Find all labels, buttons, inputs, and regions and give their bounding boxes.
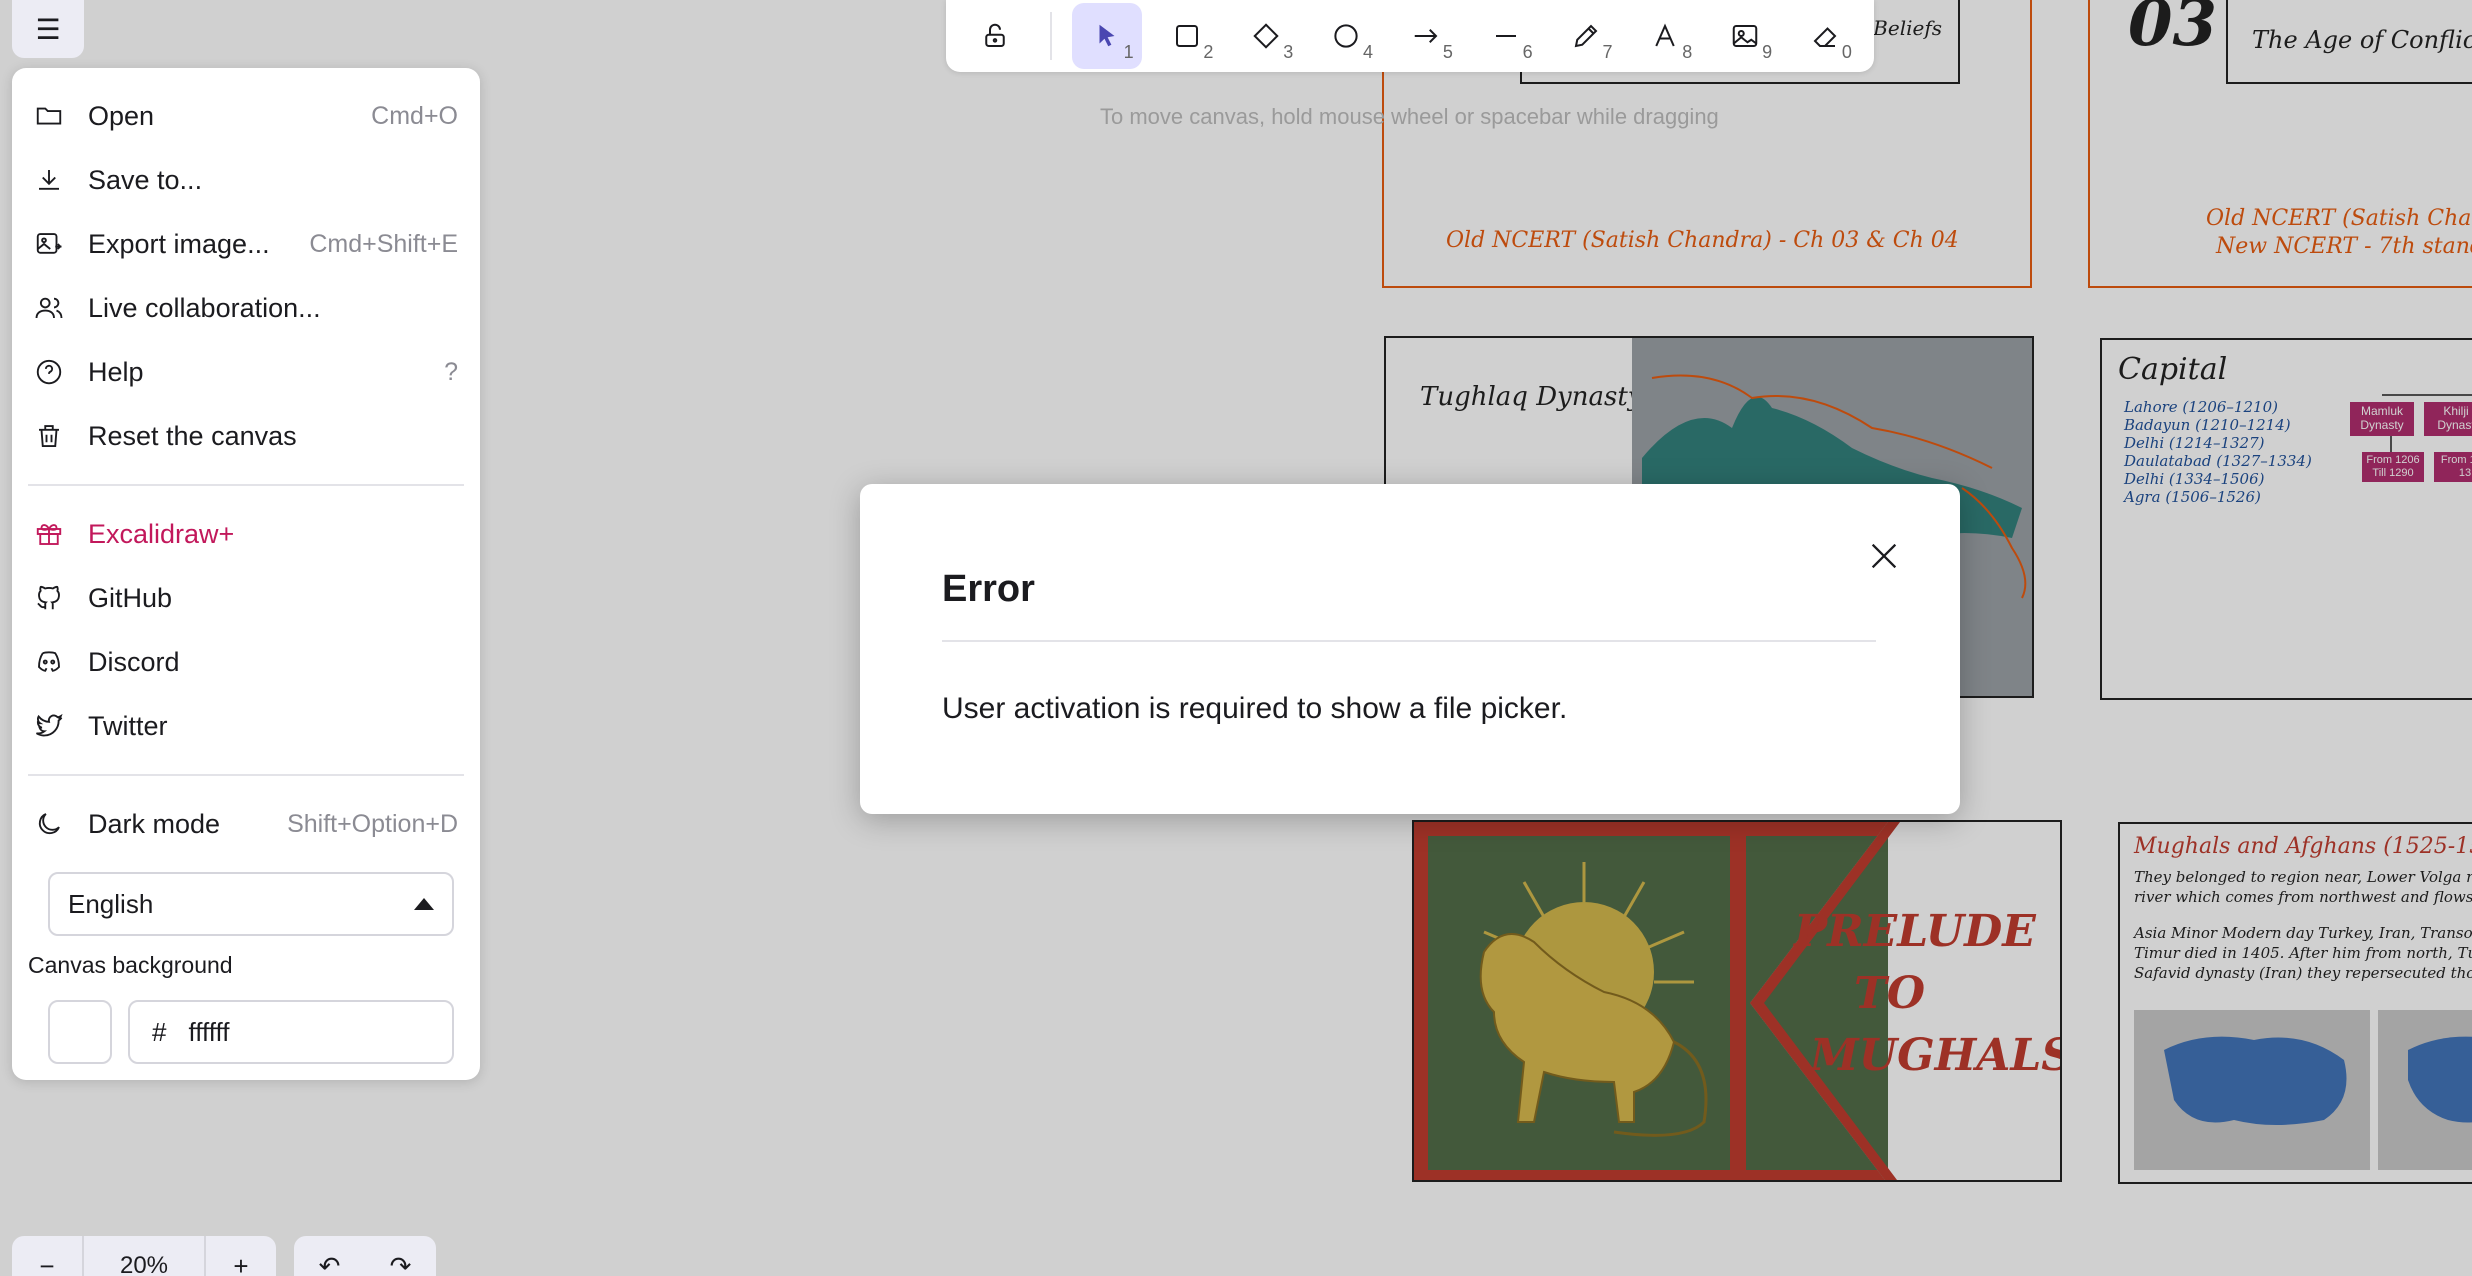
menu-item-help[interactable]: Help ?	[34, 344, 458, 400]
menu-item-label: GitHub	[88, 582, 173, 613]
shortcut-number: 0	[1841, 42, 1852, 62]
menu-item-label: Discord	[88, 646, 180, 677]
rectangle-tool[interactable]: 2	[1152, 3, 1222, 69]
ellipse-tool[interactable]: 4	[1311, 3, 1381, 69]
image-tool[interactable]: 9	[1710, 3, 1780, 69]
undo-button[interactable]: ↶	[319, 1251, 341, 1276]
menu-item-shortcut: Shift+Option+D	[287, 809, 458, 838]
menu-item-export-image[interactable]: Export image... Cmd+Shift+E	[34, 216, 458, 272]
menu-item-github[interactable]: GitHub	[34, 570, 458, 626]
arrow-tool[interactable]: 5	[1391, 3, 1461, 69]
shape-toolbar: 1 2 3 4 5 6 7 8 9 0	[946, 0, 1874, 72]
shortcut-number: 9	[1762, 42, 1773, 62]
menu-item-label: Live collaboration...	[88, 292, 321, 323]
redo-button[interactable]: ↷	[390, 1251, 412, 1276]
language-value: English	[68, 888, 154, 919]
caret-up-icon	[414, 898, 434, 910]
language-select[interactable]: English	[48, 872, 454, 936]
canvas-hint: To move canvas, hold mouse wheel or spac…	[1100, 104, 1719, 129]
eraser-tool[interactable]: 0	[1790, 3, 1860, 69]
history-controls: ↶ ↷	[294, 1236, 436, 1276]
menu-item-reset-canvas[interactable]: Reset the canvas	[34, 408, 458, 464]
help-icon	[36, 359, 62, 385]
menu-item-label: Twitter	[88, 710, 168, 741]
main-menu: Open Cmd+O Save to... Export image... Cm…	[12, 68, 480, 1080]
menu-item-label: Dark mode	[88, 808, 221, 839]
dialog-title: Error	[942, 568, 1035, 610]
diamond-icon	[1253, 23, 1280, 49]
selection-icon	[1099, 24, 1115, 47]
users-icon	[35, 297, 63, 319]
menu-item-shortcut: Cmd+Shift+E	[309, 229, 458, 258]
menu-item-dark-mode[interactable]: Dark mode Shift+Option+D	[34, 796, 458, 852]
ellipse-icon	[1334, 24, 1358, 48]
line-icon	[1495, 35, 1516, 37]
lock-icon	[985, 23, 1005, 47]
moon-icon	[38, 813, 60, 835]
dialog-close-button[interactable]	[1860, 532, 1908, 580]
dialog-message: User activation is required to show a fi…	[942, 692, 1568, 725]
zoom-controls: − 20% +	[12, 1236, 276, 1276]
menu-item-label: Excalidraw+	[88, 518, 235, 549]
shortcut-number: 2	[1203, 42, 1214, 62]
menu-item-excalidraw-plus[interactable]: Excalidraw+	[34, 506, 458, 562]
download-icon	[39, 170, 59, 190]
zoom-in-button[interactable]: +	[206, 1236, 276, 1276]
selection-tool[interactable]: 1	[1071, 3, 1142, 69]
github-icon	[37, 585, 60, 610]
menu-item-label: Save to...	[88, 164, 203, 195]
error-dialog: Error User activation is required to sho…	[860, 484, 1960, 814]
menu-item-label: Reset the canvas	[88, 420, 297, 451]
menu-item-shortcut: Cmd+O	[371, 101, 458, 130]
shortcut-number: 3	[1283, 42, 1294, 62]
menu-item-twitter[interactable]: Twitter	[34, 698, 458, 754]
pencil-icon	[1574, 24, 1598, 48]
hash-symbol: #	[152, 1016, 167, 1047]
text-icon	[1655, 23, 1676, 47]
menu-item-label: Open	[88, 100, 155, 131]
text-tool[interactable]: 8	[1631, 3, 1701, 69]
dialog-divider	[942, 640, 1876, 642]
hamburger-icon: ☰	[35, 13, 61, 45]
eraser-icon	[1813, 27, 1837, 47]
trash-icon	[39, 425, 59, 447]
folder-icon	[36, 107, 62, 125]
gift-icon	[36, 524, 62, 545]
zoom-level[interactable]: 20%	[84, 1236, 204, 1276]
menu-item-label: Help	[88, 356, 144, 387]
diamond-tool[interactable]: 3	[1231, 3, 1301, 69]
shortcut-number: 7	[1602, 42, 1613, 62]
canvas-background-swatch[interactable]	[48, 1000, 112, 1064]
menu-divider	[28, 774, 464, 776]
menu-item-discord[interactable]: Discord	[34, 634, 458, 690]
shortcut-number: 5	[1442, 42, 1453, 62]
main-menu-button[interactable]: ☰	[12, 0, 84, 58]
rectangle-icon	[1175, 25, 1198, 47]
hex-value: ffffff	[188, 1016, 230, 1047]
shortcut-number: 1	[1123, 42, 1134, 62]
arrow-icon	[1414, 29, 1438, 43]
line-tool[interactable]: 6	[1471, 3, 1541, 69]
menu-item-label: Export image...	[88, 228, 270, 259]
twitter-icon	[35, 713, 63, 737]
shortcut-number: 6	[1522, 42, 1533, 62]
close-icon	[1871, 543, 1897, 569]
menu-item-live-collaboration[interactable]: Live collaboration...	[34, 280, 458, 336]
shortcut-number: 8	[1682, 42, 1693, 62]
zoom-out-button[interactable]: −	[12, 1236, 82, 1276]
menu-divider	[28, 484, 464, 486]
discord-icon	[38, 651, 60, 672]
shortcut-number: 4	[1363, 42, 1374, 62]
export-image-icon	[36, 233, 62, 254]
toolbar-divider	[1049, 12, 1052, 60]
menu-item-shortcut: ?	[444, 357, 458, 386]
canvas-background-label: Canvas background	[28, 952, 233, 978]
lock-tool[interactable]	[960, 3, 1030, 69]
image-icon	[1732, 25, 1758, 47]
canvas-background-hex-input[interactable]: # ffffff	[128, 1000, 454, 1064]
pencil-tool[interactable]: 7	[1551, 3, 1621, 69]
menu-item-open[interactable]: Open Cmd+O	[34, 88, 458, 144]
menu-item-save[interactable]: Save to...	[34, 152, 458, 208]
